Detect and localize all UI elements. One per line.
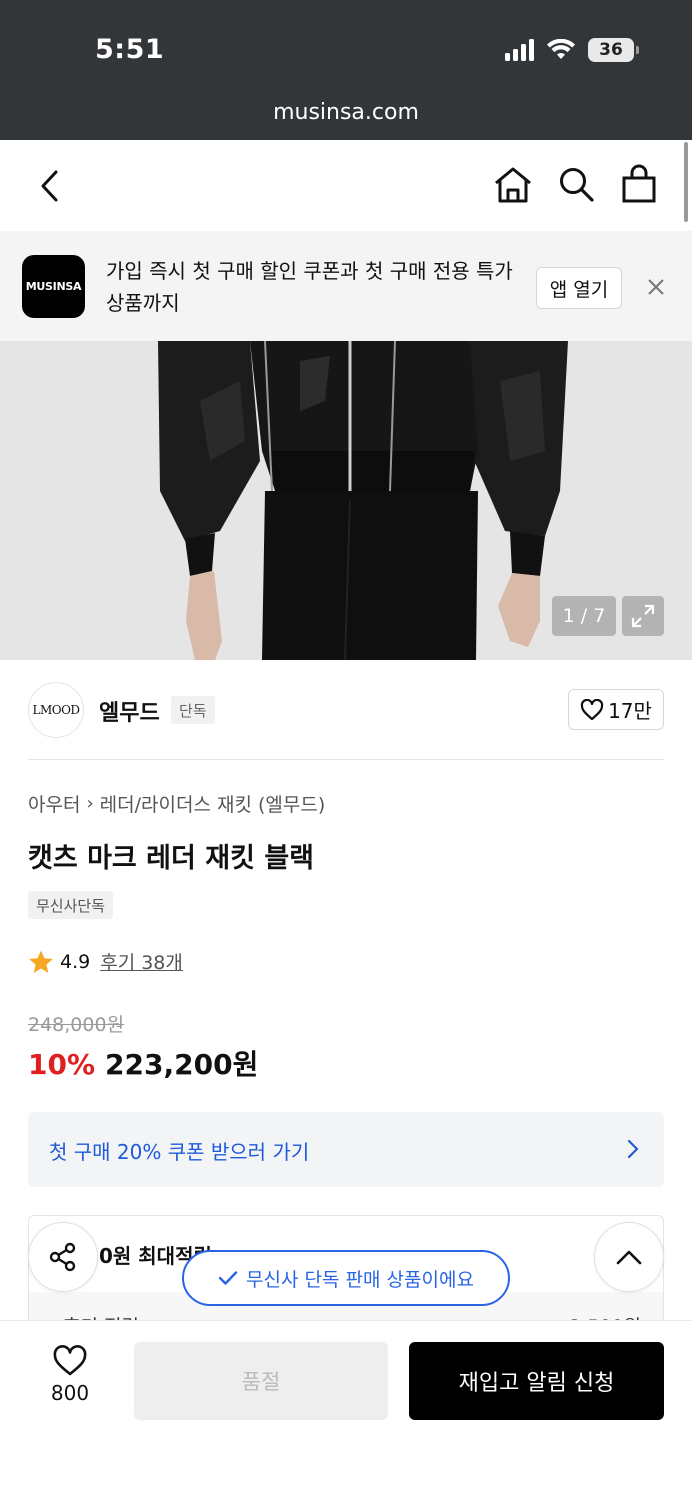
chevron-up-icon (616, 1250, 642, 1265)
divider (28, 759, 664, 760)
rating-row: 4.9 후기 38개 (28, 948, 183, 975)
url-text[interactable]: musinsa.com (0, 100, 692, 125)
scroll-indicator (684, 142, 688, 222)
breadcrumb-item[interactable]: 레더/라이더스 재킷 (엘무드) (100, 790, 326, 817)
wishlist-button[interactable]: 800 (30, 1345, 110, 1425)
top-nav (0, 140, 692, 231)
shopping-bag-icon[interactable] (621, 164, 657, 204)
open-app-button[interactable]: 앱 열기 (536, 267, 622, 309)
brand-like-button[interactable]: 17만 (568, 689, 664, 730)
image-counter: 1 / 7 (552, 596, 616, 636)
brand-like-count: 17만 (608, 699, 652, 723)
review-link[interactable]: 후기 38개 (100, 948, 183, 975)
coupon-label: 첫 구매 20% 쿠폰 받으러 가기 (49, 1140, 310, 1164)
close-icon[interactable] (643, 274, 669, 300)
expand-icon (631, 604, 655, 628)
expand-button[interactable] (622, 596, 664, 636)
brand-row: LMOOD 엘무드 단독 17만 (28, 680, 664, 740)
sale-price: 223,200원 (105, 1048, 259, 1081)
breadcrumb-item[interactable]: 아우터 (28, 790, 80, 817)
chevron-right-icon (627, 1139, 639, 1159)
exclusive-tag: 무신사단독 (28, 891, 114, 919)
status-time: 5:51 (95, 34, 165, 65)
battery-icon: 36 (588, 38, 639, 62)
discount-rate: 10% (28, 1048, 96, 1081)
brand-logo[interactable]: LMOOD (28, 682, 84, 738)
share-button[interactable] (28, 1222, 98, 1292)
original-price: 248,000원 (28, 1014, 125, 1036)
brand-exclusive-badge: 단독 (171, 696, 215, 724)
toast-text: 무신사 단독 판매 상품이에요 (246, 1268, 474, 1291)
banner-message: 가입 즉시 첫 구매 할인 쿠폰과 첫 구매 전용 특가 상품까지 (106, 259, 513, 315)
search-icon[interactable] (557, 165, 595, 203)
star-icon (29, 950, 53, 973)
exclusive-toast: 무신사 단독 판매 상품이에요 (182, 1250, 510, 1306)
heart-icon (580, 698, 604, 720)
check-icon (218, 1271, 238, 1285)
bottom-action-bar: 800 품절 재입고 알림 신청 (0, 1320, 692, 1500)
brand-name[interactable]: 엘무드 (99, 695, 160, 727)
breadcrumb: 아우터 › 레더/라이더스 재킷 (엘무드) (28, 790, 325, 817)
coupon-button[interactable]: 첫 구매 20% 쿠폰 받으러 가기 (28, 1112, 664, 1187)
soldout-button: 품절 (134, 1342, 388, 1420)
status-icons: 36 (505, 38, 639, 62)
wishlist-count: 800 (50, 1381, 90, 1405)
home-icon[interactable] (493, 165, 533, 205)
product-image[interactable]: 1 / 7 (0, 341, 692, 660)
status-bar: 5:51 36 musinsa.com (0, 0, 692, 140)
wifi-icon (547, 39, 575, 59)
app-install-banner: MUSINSA 가입 즉시 첫 구매 할인 쿠폰과 첫 구매 전용 특가 상품까… (0, 231, 692, 341)
chevron-right-icon: › (86, 793, 94, 814)
rating-value: 4.9 (60, 950, 91, 973)
restock-alert-button[interactable]: 재입고 알림 신청 (409, 1342, 664, 1420)
cellular-signal-icon (505, 39, 534, 61)
chevron-left-icon[interactable] (34, 166, 70, 206)
share-icon (49, 1242, 76, 1272)
price-row: 10% 223,200원 (28, 1043, 258, 1083)
product-title: 캣츠 마크 레더 재킷 블랙 (28, 843, 314, 874)
musinsa-logo: MUSINSA (22, 255, 85, 318)
heart-icon (53, 1345, 87, 1376)
scroll-to-top-button[interactable] (594, 1222, 664, 1292)
